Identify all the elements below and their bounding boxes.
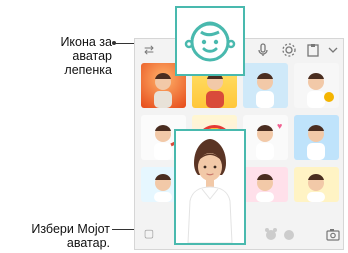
callout-text: Избери Мојот аватар. [31,222,110,250]
avatar-sticker-cell[interactable] [294,167,339,202]
sticker-swap-icon[interactable]: ⇄ [141,42,157,58]
camera-icon[interactable] [325,226,341,242]
callout-avatar-sticker-icon: Икона за аватар лепенка [26,35,112,77]
avatar-sticker-cell[interactable] [243,63,288,108]
settings-icon[interactable] [281,42,297,58]
mic-icon[interactable] [255,42,271,58]
chevron-down-icon[interactable] [325,42,341,58]
leader-dot [112,41,116,45]
clipboard-icon[interactable] [305,42,321,58]
avatar-sticker-cell[interactable] [294,115,339,160]
sticker-pack-icon[interactable]: ▢ [141,226,157,242]
my-avatar-highlight[interactable] [174,129,246,245]
avatar-sticker-cell[interactable]: ♥ [243,115,288,160]
bear-icon[interactable] [281,226,297,242]
callout-text: Икона за аватар лепенка [60,35,112,77]
avatar-sticker-cell[interactable] [243,167,288,202]
avatar-sticker-icon [184,21,236,62]
bear-icon[interactable] [263,226,279,242]
my-avatar-image [176,131,244,243]
svg-text:♥: ♥ [277,121,282,131]
avatar-sticker-highlight[interactable] [175,6,245,76]
callout-select-my-avatar: Избери Мојот аватар. [2,222,110,250]
avatar-sticker-cell[interactable] [294,63,339,108]
